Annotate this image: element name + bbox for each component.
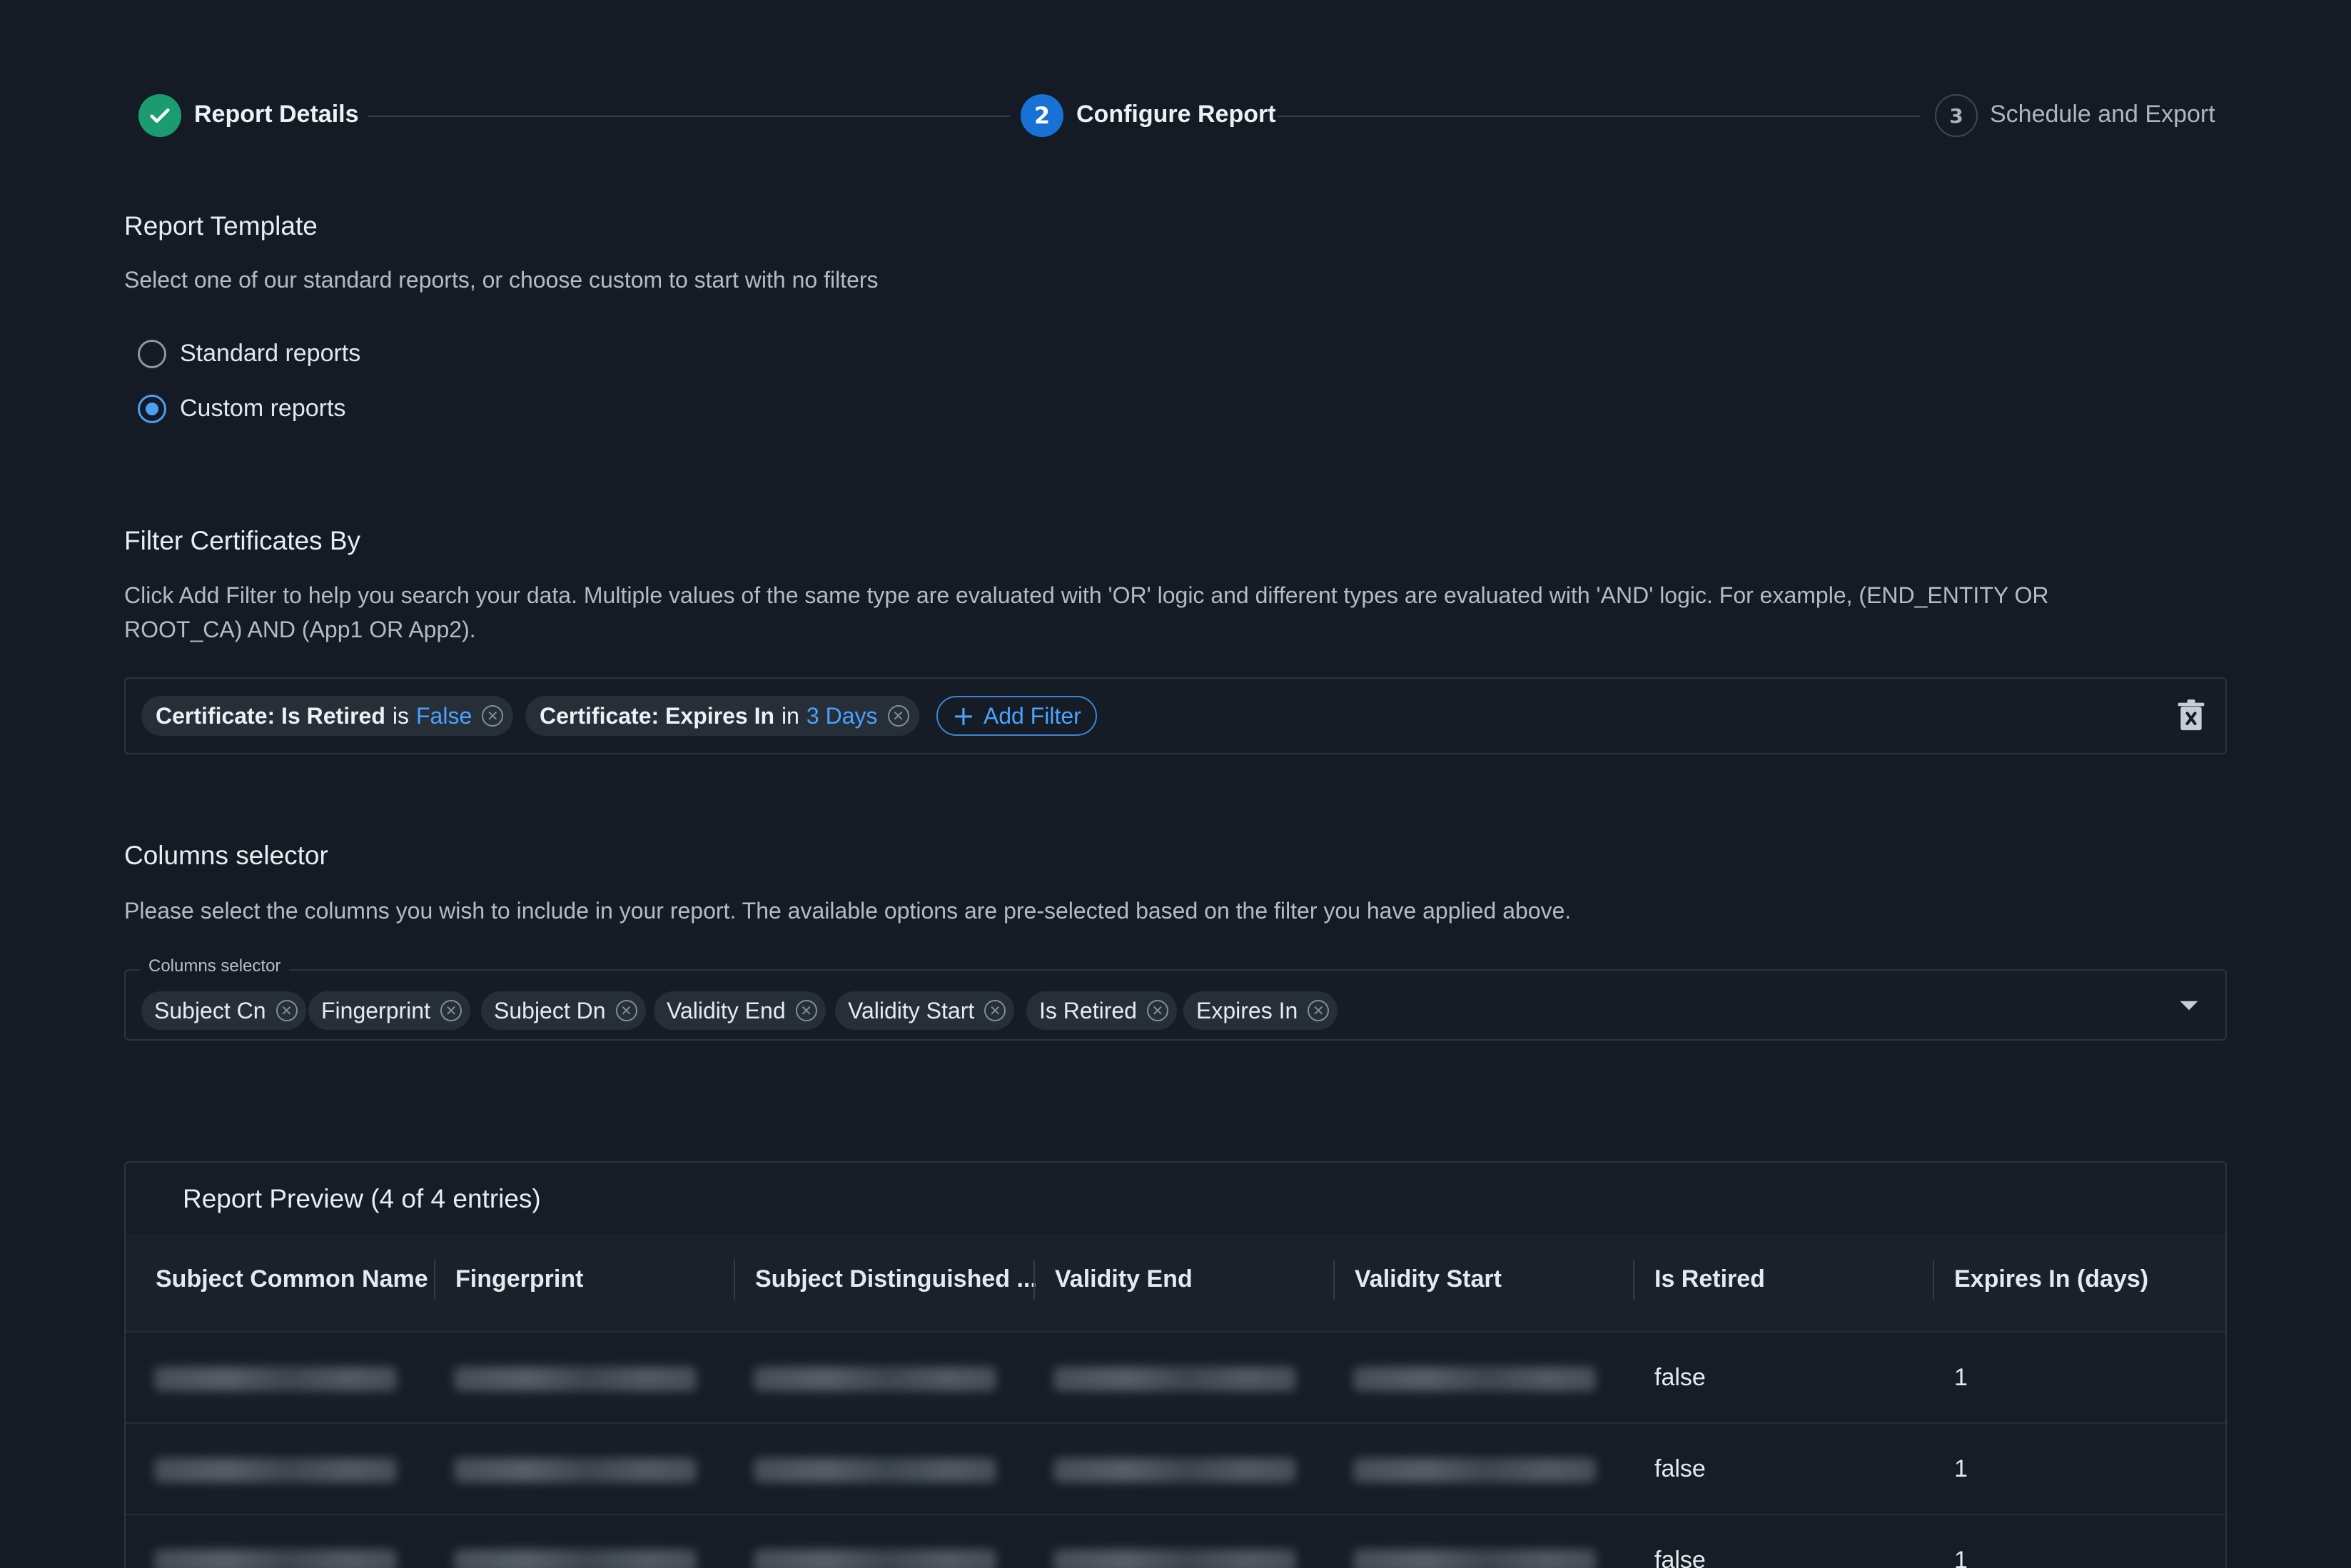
redacted-cell xyxy=(754,1458,996,1482)
remove-filter-icon[interactable]: ✕ xyxy=(887,705,909,727)
table-header: Subject Common Name Fingerprint Subject … xyxy=(126,1234,2225,1332)
column-divider[interactable] xyxy=(1933,1260,1934,1300)
custom-reports-radio[interactable] xyxy=(138,395,166,423)
column-divider[interactable] xyxy=(434,1260,435,1300)
step-1-label[interactable]: Report Details xyxy=(194,101,359,128)
add-filter-label: Add Filter xyxy=(983,702,1081,729)
column-divider[interactable] xyxy=(734,1260,735,1300)
dropdown-arrow-icon[interactable] xyxy=(2178,998,2200,1013)
filter-bar: Certificate: Is Retired is False ✕ Certi… xyxy=(124,677,2227,754)
redacted-cell xyxy=(454,1549,697,1568)
column-chip[interactable]: Is Retired ✕ xyxy=(1026,991,1177,1030)
column-header[interactable]: Validity Start xyxy=(1355,1265,1502,1293)
check-icon xyxy=(150,108,170,123)
remove-column-icon[interactable]: ✕ xyxy=(1146,1000,1168,1021)
remove-column-icon[interactable]: ✕ xyxy=(984,1000,1006,1021)
redacted-cell xyxy=(1353,1458,1596,1482)
column-chip-label: Fingerprint xyxy=(321,997,430,1023)
filter-chip-operator: is xyxy=(392,702,409,729)
column-header[interactable]: Subject Distinguished ... xyxy=(755,1265,1037,1293)
redacted-cell xyxy=(1053,1458,1296,1482)
column-chip[interactable]: Subject Cn ✕ xyxy=(141,991,306,1030)
filter-chip-field: Certificate: Is Retired xyxy=(156,702,385,729)
remove-column-icon[interactable]: ✕ xyxy=(615,1000,637,1021)
redacted-cell xyxy=(154,1458,397,1482)
redacted-cell xyxy=(754,1549,996,1568)
column-chip-label: Is Retired xyxy=(1039,997,1137,1023)
columns-selector-heading: Columns selector xyxy=(124,841,328,870)
redacted-cell xyxy=(1353,1367,1596,1391)
column-header[interactable]: Fingerprint xyxy=(455,1265,583,1293)
expires-in-cell: 1 xyxy=(1954,1364,1968,1391)
column-chip-label: Expires In xyxy=(1196,997,1298,1023)
column-chip-label: Validity Start xyxy=(848,997,975,1023)
column-chip[interactable]: Subject Dn ✕ xyxy=(481,991,646,1030)
redacted-cell xyxy=(1353,1549,1596,1568)
table-row[interactable]: false 1 xyxy=(126,1424,2225,1515)
is-retired-cell: false xyxy=(1654,1364,1706,1391)
column-chip[interactable]: Expires In ✕ xyxy=(1183,991,1338,1030)
step-3-label[interactable]: Schedule and Export xyxy=(1990,101,2215,128)
standard-reports-radio[interactable] xyxy=(138,340,166,368)
column-chip[interactable]: Fingerprint ✕ xyxy=(308,991,470,1030)
filter-chip-is-retired[interactable]: Certificate: Is Retired is False ✕ xyxy=(141,696,514,736)
column-header[interactable]: Validity End xyxy=(1055,1265,1193,1293)
column-chip-label: Subject Cn xyxy=(154,997,266,1023)
filter-chip-value: False xyxy=(415,702,472,729)
step-1-complete-icon xyxy=(138,94,181,137)
remove-filter-icon[interactable]: ✕ xyxy=(482,705,504,727)
expires-in-cell: 1 xyxy=(1954,1547,1968,1568)
custom-reports-label[interactable]: Custom reports xyxy=(180,395,345,423)
redacted-cell xyxy=(1053,1367,1296,1391)
report-template-heading: Report Template xyxy=(124,211,318,241)
columns-selector-description: Please select the columns you wish to in… xyxy=(124,898,1572,924)
column-divider[interactable] xyxy=(1633,1260,1634,1300)
columns-selector-field[interactable]: Subject Cn ✕ Fingerprint ✕ Subject Dn ✕ … xyxy=(124,969,2227,1041)
step-2-label[interactable]: Configure Report xyxy=(1076,101,1276,128)
remove-column-icon[interactable]: ✕ xyxy=(440,1000,462,1021)
column-header[interactable]: Is Retired xyxy=(1654,1265,1765,1293)
step-3-number: 3 xyxy=(1935,94,1978,137)
filter-description-line-2: ROOT_CA) AND (App1 OR App2). xyxy=(124,617,476,642)
column-divider[interactable] xyxy=(1033,1260,1035,1300)
report-preview: Report Preview (4 of 4 entries) Subject … xyxy=(124,1161,2227,1568)
report-template-description: Select one of our standard reports, or c… xyxy=(124,267,879,293)
trash-icon[interactable] xyxy=(2175,699,2207,733)
expires-in-cell: 1 xyxy=(1954,1455,1968,1482)
columns-selector-field-label: Columns selector xyxy=(140,956,290,976)
step-2-number: 2 xyxy=(1021,94,1063,137)
column-chip[interactable]: Validity Start ✕ xyxy=(835,991,1015,1030)
column-chip-label: Validity End xyxy=(667,997,786,1023)
filter-chip-operator: in xyxy=(782,702,799,729)
is-retired-cell: false xyxy=(1654,1455,1706,1482)
column-chip[interactable]: Validity End ✕ xyxy=(654,991,826,1030)
add-filter-button[interactable]: + Add Filter xyxy=(936,696,1097,736)
standard-reports-label[interactable]: Standard reports xyxy=(180,340,360,368)
step-connector xyxy=(368,116,1010,117)
filter-heading: Filter Certificates By xyxy=(124,526,361,555)
redacted-cell xyxy=(1053,1549,1296,1568)
remove-column-icon[interactable]: ✕ xyxy=(1308,1000,1330,1021)
table-row[interactable]: false 1 xyxy=(126,1515,2225,1568)
redacted-cell xyxy=(454,1367,697,1391)
redacted-cell xyxy=(154,1367,397,1391)
column-header[interactable]: Expires In (days) xyxy=(1954,1265,2148,1293)
filter-description-line-1: Click Add Filter to help you search your… xyxy=(124,582,2049,608)
plus-icon: + xyxy=(952,700,975,732)
remove-column-icon[interactable]: ✕ xyxy=(275,1000,298,1021)
filter-chip-value: 3 Days xyxy=(806,702,878,729)
table-row[interactable]: false 1 xyxy=(126,1332,2225,1424)
filter-chip-field: Certificate: Expires In xyxy=(540,702,774,729)
redacted-cell xyxy=(454,1458,697,1482)
step-connector xyxy=(1278,116,1920,117)
redacted-cell xyxy=(754,1367,996,1391)
redacted-cell xyxy=(154,1549,397,1568)
remove-column-icon[interactable]: ✕ xyxy=(795,1000,817,1021)
report-preview-title: Report Preview (4 of 4 entries) xyxy=(183,1184,541,1213)
column-divider[interactable] xyxy=(1333,1260,1335,1300)
column-chip-label: Subject Dn xyxy=(494,997,606,1023)
column-header[interactable]: Subject Common Name xyxy=(156,1265,428,1293)
filter-chip-expires-in[interactable]: Certificate: Expires In in 3 Days ✕ xyxy=(525,696,919,736)
is-retired-cell: false xyxy=(1654,1547,1706,1568)
